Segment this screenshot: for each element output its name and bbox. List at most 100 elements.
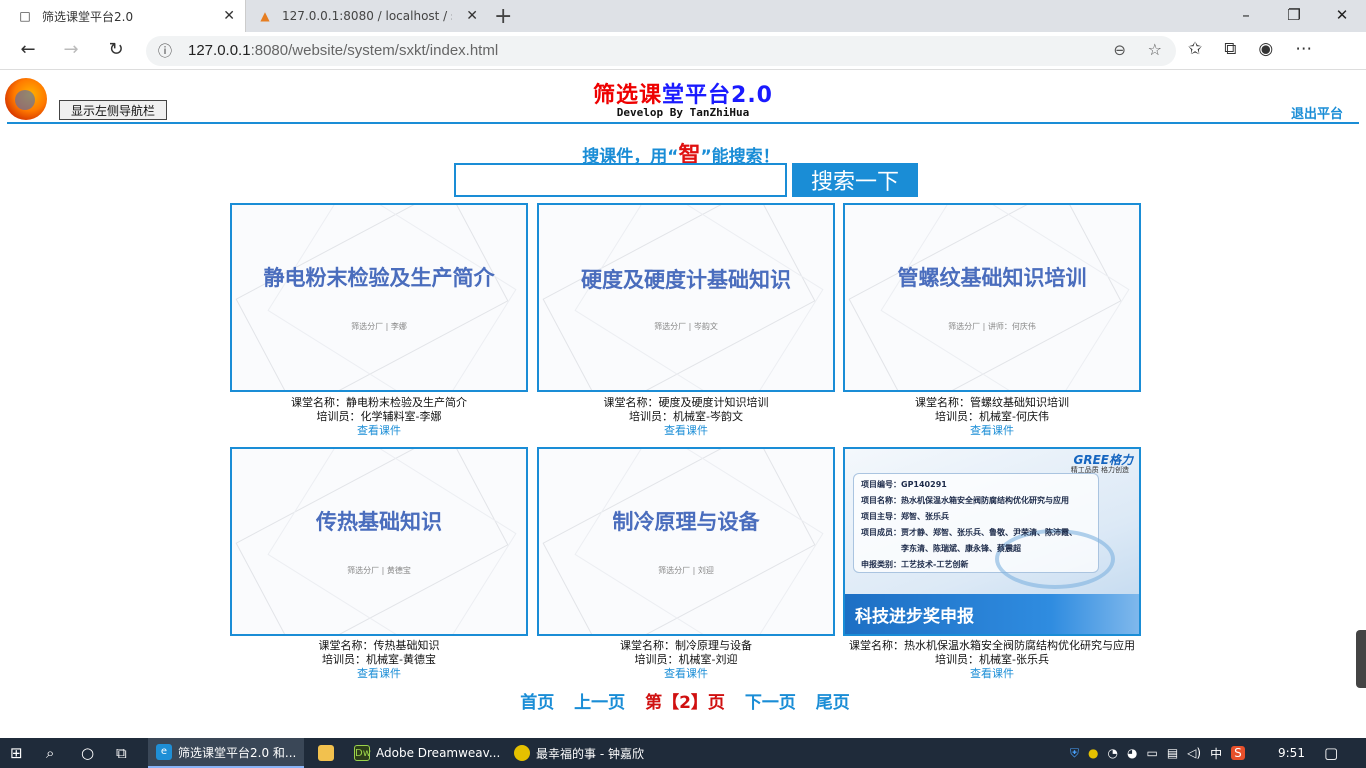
- course-name-value: 热水机保温水箱安全阀防腐结构优化研究与应用: [904, 639, 1135, 652]
- close-tab-icon[interactable]: ✕: [223, 8, 235, 24]
- next-page-link[interactable]: 下一页: [745, 693, 796, 713]
- search-input[interactable]: [454, 163, 787, 197]
- course-name-label: 课堂名称：: [291, 396, 346, 409]
- slide-title: 传热基础知识: [316, 510, 442, 534]
- sogou-ime-icon[interactable]: S: [1231, 746, 1245, 760]
- forward-icon[interactable]: →: [59, 39, 83, 60]
- view-courseware-link[interactable]: 查看课件: [843, 424, 1141, 438]
- edge-icon: e: [156, 744, 172, 760]
- tab-title: 筛选课堂平台2.0: [42, 9, 134, 24]
- address-bar[interactable]: ⓘ 127.0.0.1:8080/website/system/sxkt/ind…: [146, 36, 1176, 66]
- course-name: 课堂名称：热水机保温水箱安全阀防腐结构优化研究与应用: [843, 639, 1141, 653]
- search-button[interactable]: 搜索一下: [792, 163, 918, 197]
- title-part-blue: 堂平台2.0: [662, 83, 773, 108]
- collections-icon[interactable]: ⧉: [1224, 39, 1236, 59]
- trainer-label: 培训员：: [629, 410, 673, 423]
- favorites-icon[interactable]: ✩: [1188, 39, 1202, 59]
- course-thumbnail[interactable]: 管螺纹基础知识培训 筛选分厂 | 讲师：何庆伟: [843, 203, 1141, 392]
- wechat-icon[interactable]: ◕: [1127, 746, 1137, 760]
- project-line: 李东清、陈瑞斌、康永锋、蔡震超: [901, 544, 1021, 553]
- info-icon[interactable]: ⓘ: [158, 41, 172, 61]
- project-line: 项目成员：贾才静、郑智、张乐兵、鲁敬、尹荣清、陈沛霞、: [861, 528, 1077, 537]
- course-thumbnail[interactable]: 静电粉末检验及生产简介 筛选分厂 | 李娜: [230, 203, 528, 392]
- slide-subtitle: 筛选分厂 | 讲师：何庆伟: [948, 322, 1036, 331]
- page-subtitle: Develop By TanZhiHua: [616, 106, 750, 119]
- close-tab-icon[interactable]: ✕: [466, 8, 478, 24]
- trainer-value: 机械室-张乐兵: [979, 653, 1049, 666]
- back-icon[interactable]: ←: [16, 39, 40, 60]
- notification-icon[interactable]: ▢: [1324, 738, 1338, 768]
- pagination: 首页 上一页 第【2】页 下一页 尾页: [0, 688, 1366, 713]
- view-courseware-link[interactable]: 查看课件: [230, 424, 528, 438]
- slide-title: 制冷原理与设备: [612, 510, 760, 534]
- network-icon[interactable]: ▤: [1167, 746, 1178, 760]
- first-page-link[interactable]: 首页: [520, 693, 554, 713]
- course-thumbnail[interactable]: 硬度及硬度计基础知识 筛选分厂 | 岑韵文: [537, 203, 835, 392]
- ime-indicator[interactable]: 中: [1210, 745, 1222, 762]
- taskbar-app-music[interactable]: 最幸福的事 - 钟嘉欣: [506, 738, 662, 768]
- task-view-icon[interactable]: ⧉: [116, 738, 127, 768]
- view-courseware-link[interactable]: 查看课件: [843, 667, 1141, 681]
- taskbar-app-explorer[interactable]: [310, 738, 346, 768]
- close-window-icon[interactable]: ✕: [1318, 0, 1366, 32]
- view-courseware-link[interactable]: 查看课件: [537, 424, 835, 438]
- course-trainer: 培训员：化学辅料室-李娜: [230, 410, 528, 424]
- url-text: 127.0.0.1:8080/website/system/sxkt/index…: [188, 42, 498, 59]
- current-page-suffix: 】页: [690, 693, 725, 713]
- zoom-icon[interactable]: ⊖: [1113, 41, 1126, 59]
- project-line: 项目编号：GP140291: [861, 480, 947, 489]
- logout-link[interactable]: 退出平台: [1291, 103, 1343, 122]
- course-trainer: 培训员：机械室-何庆伟: [843, 410, 1141, 424]
- refresh-icon[interactable]: ↻: [104, 39, 128, 60]
- current-page-prefix: 第【: [645, 693, 680, 713]
- url-path: :8080/website/system/sxkt/index.html: [250, 42, 499, 59]
- clock[interactable]: 9:51: [1278, 738, 1305, 768]
- course-thumbnail[interactable]: 传热基础知识 筛选分厂 | 黄德宝: [230, 447, 528, 636]
- project-line: 项目名称：热水机保温水箱安全阀防腐结构优化研究与应用: [861, 496, 1069, 505]
- minimize-icon[interactable]: –: [1222, 0, 1270, 32]
- browser-tab-bar: □ 筛选课堂平台2.0 ✕ ▲ 127.0.0.1:8080 / localho…: [0, 0, 1366, 32]
- slide-decoration: [995, 529, 1115, 589]
- browser-nav-bar: ← → ↻ ⓘ 127.0.0.1:8080/website/system/sx…: [0, 32, 1366, 70]
- course-name-label: 课堂名称：: [603, 396, 659, 409]
- search-icon[interactable]: ⌕: [46, 738, 54, 768]
- taskbar-app-dreamweaver[interactable]: Dw Adobe Dreamweav...: [346, 738, 502, 768]
- course-thumbnail[interactable]: 制冷原理与设备 筛选分厂 | 刘迎: [537, 447, 835, 636]
- taskbar-app-label: 筛选课堂平台2.0 和...: [178, 745, 297, 760]
- side-scroll-handle[interactable]: [1356, 630, 1366, 688]
- music-tray-icon[interactable]: ●: [1088, 746, 1098, 760]
- system-tray: ⛨ ● ◔ ◕ ▭ ▤ ◁) 中 S: [1070, 738, 1245, 768]
- current-page-number: 2: [679, 693, 691, 713]
- add-favorite-icon[interactable]: ☆: [1148, 40, 1162, 59]
- taskbar-app-edge[interactable]: e 筛选课堂平台2.0 和...: [148, 738, 304, 768]
- slide-subtitle: 筛选分厂 | 李娜: [351, 322, 407, 331]
- view-courseware-link[interactable]: 查看课件: [230, 667, 528, 681]
- maximize-icon[interactable]: ❐: [1270, 0, 1318, 32]
- windows-start-icon[interactable]: ⊞: [10, 738, 23, 768]
- view-courseware-link[interactable]: 查看课件: [537, 667, 835, 681]
- slide-title: 静电粉末检验及生产简介: [263, 266, 495, 290]
- trainer-value: 机械室-黄德宝: [366, 653, 436, 666]
- volume-icon[interactable]: ◁): [1187, 746, 1201, 760]
- course-name: 课堂名称：传热基础知识: [230, 639, 528, 653]
- trainer-label: 培训员：: [935, 653, 979, 666]
- course-name-value: 传热基础知识: [373, 639, 440, 652]
- prev-page-link[interactable]: 上一页: [574, 693, 625, 713]
- tab-phpmyadmin[interactable]: ▲ 127.0.0.1:8080 / localhost / sxkt / ✕: [248, 0, 488, 32]
- battery-icon[interactable]: ▭: [1146, 746, 1157, 760]
- security-shield-icon[interactable]: ⛨: [1070, 746, 1079, 761]
- cortana-icon[interactable]: ○: [81, 738, 94, 768]
- course-thumbnail[interactable]: GREE格力 精工品质 格力创造 项目编号：GP140291 项目名称：热水机保…: [843, 447, 1141, 636]
- last-page-link[interactable]: 尾页: [816, 693, 850, 713]
- tab-active[interactable]: □ 筛选课堂平台2.0 ✕: [0, 0, 246, 32]
- extension-icon[interactable]: ◉: [1258, 39, 1273, 59]
- taskbar: ⊞ ⌕ ○ ⧉ e 筛选课堂平台2.0 和... Dw Adobe Dreamw…: [0, 738, 1366, 768]
- slide-title: 管螺纹基础知识培训: [897, 266, 1087, 290]
- gree-slide: GREE格力 精工品质 格力创造 项目编号：GP140291 项目名称：热水机保…: [845, 449, 1139, 634]
- qq-icon[interactable]: ◔: [1108, 746, 1118, 760]
- page-content: 显示左侧导航栏 筛选课堂平台2.0 Develop By TanZhiHua 退…: [0, 71, 1366, 738]
- more-icon[interactable]: ⋯: [1295, 39, 1312, 59]
- page-icon: □: [19, 9, 31, 23]
- new-tab-icon[interactable]: +: [494, 4, 512, 29]
- course-name-label: 课堂名称：: [849, 639, 904, 652]
